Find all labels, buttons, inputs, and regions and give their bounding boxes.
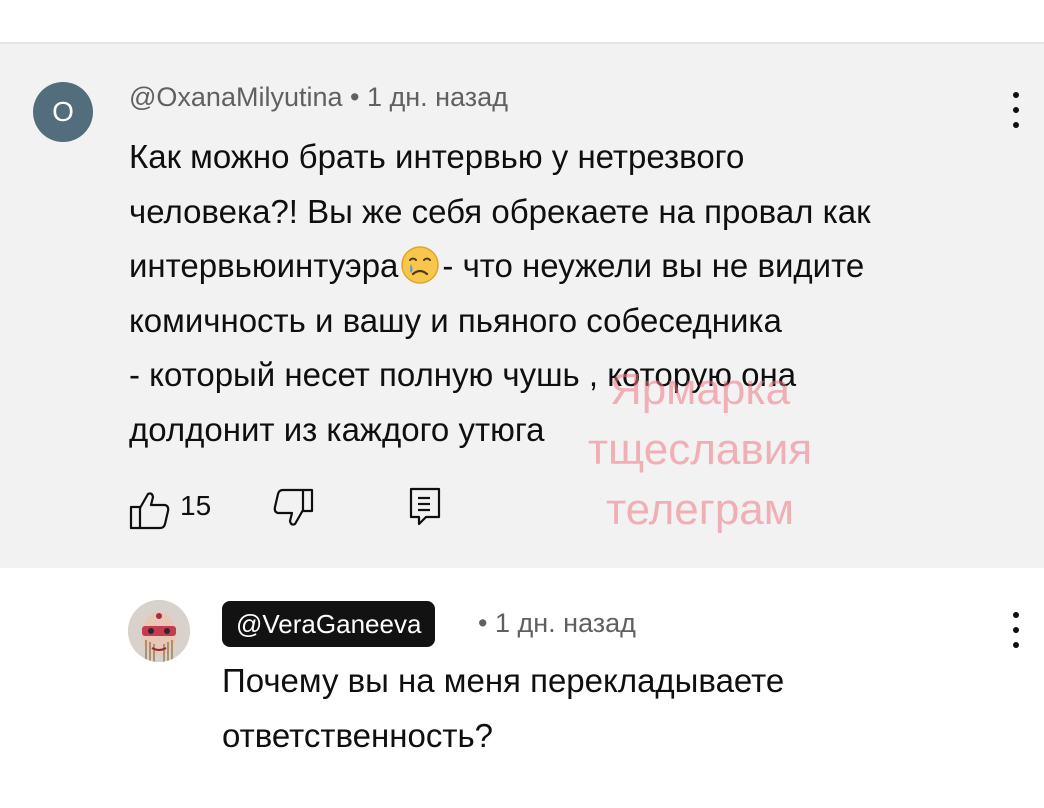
comment-text-segment: - что неужели вы не видите	[442, 247, 865, 285]
comment-time: 1 дн. назад	[366, 82, 508, 112]
like-count: 15	[180, 490, 212, 521]
avatar[interactable]	[128, 600, 190, 662]
author-handle-chip[interactable]: @VeraGaneeva	[222, 601, 436, 647]
comment-text-line: Почему вы на меня перекладываете	[222, 662, 785, 699]
meta-separator: •	[478, 608, 488, 638]
comment-text-segment: интервьюинтуэра	[129, 247, 399, 285]
thumb-up-icon[interactable]	[128, 488, 172, 532]
comment-text-line: - который несет полную чушь , которую он…	[129, 356, 797, 394]
comment-text: Как можно брать интервью у нетрезвого че…	[129, 130, 989, 458]
avatar[interactable]: O	[33, 82, 93, 142]
comment-text-line: Как можно брать интервью у нетрезвого	[129, 138, 745, 175]
comment-text-line: ответственность?	[222, 716, 493, 754]
comment-text-line: человека?! Вы же себя обрекаете на прова…	[129, 192, 871, 230]
comment-text: Почему вы на меня перекладываете ответст…	[222, 654, 982, 763]
comments-screen: O @OxanaMilyutina • 1 дн. назад Как можн…	[0, 0, 1044, 808]
comment-author[interactable]: @OxanaMilyutina	[129, 82, 343, 112]
comment-text-line-with-emoji: интервьюинтуэра - что неужели вы не види…	[129, 239, 989, 294]
comment-reply-icon[interactable]	[408, 486, 442, 526]
comment-text-line: долдонит из каждого утюга	[129, 410, 545, 448]
comment-meta: @OxanaMilyutina • 1 дн. назад	[129, 82, 508, 113]
more-vertical-icon[interactable]	[1006, 612, 1026, 648]
comment-time: 1 дн. назад	[494, 608, 636, 638]
avatar-letter: O	[52, 96, 74, 127]
comment-text-line: комичность и вашу и пьяного собеседника	[129, 301, 782, 339]
more-vertical-icon[interactable]	[1006, 92, 1026, 128]
meta-separator: •	[350, 82, 360, 112]
comment-meta: • 1 дн. назад	[478, 608, 636, 639]
crying-face-emoji-icon	[400, 245, 440, 285]
thumb-down-icon[interactable]	[270, 486, 316, 532]
